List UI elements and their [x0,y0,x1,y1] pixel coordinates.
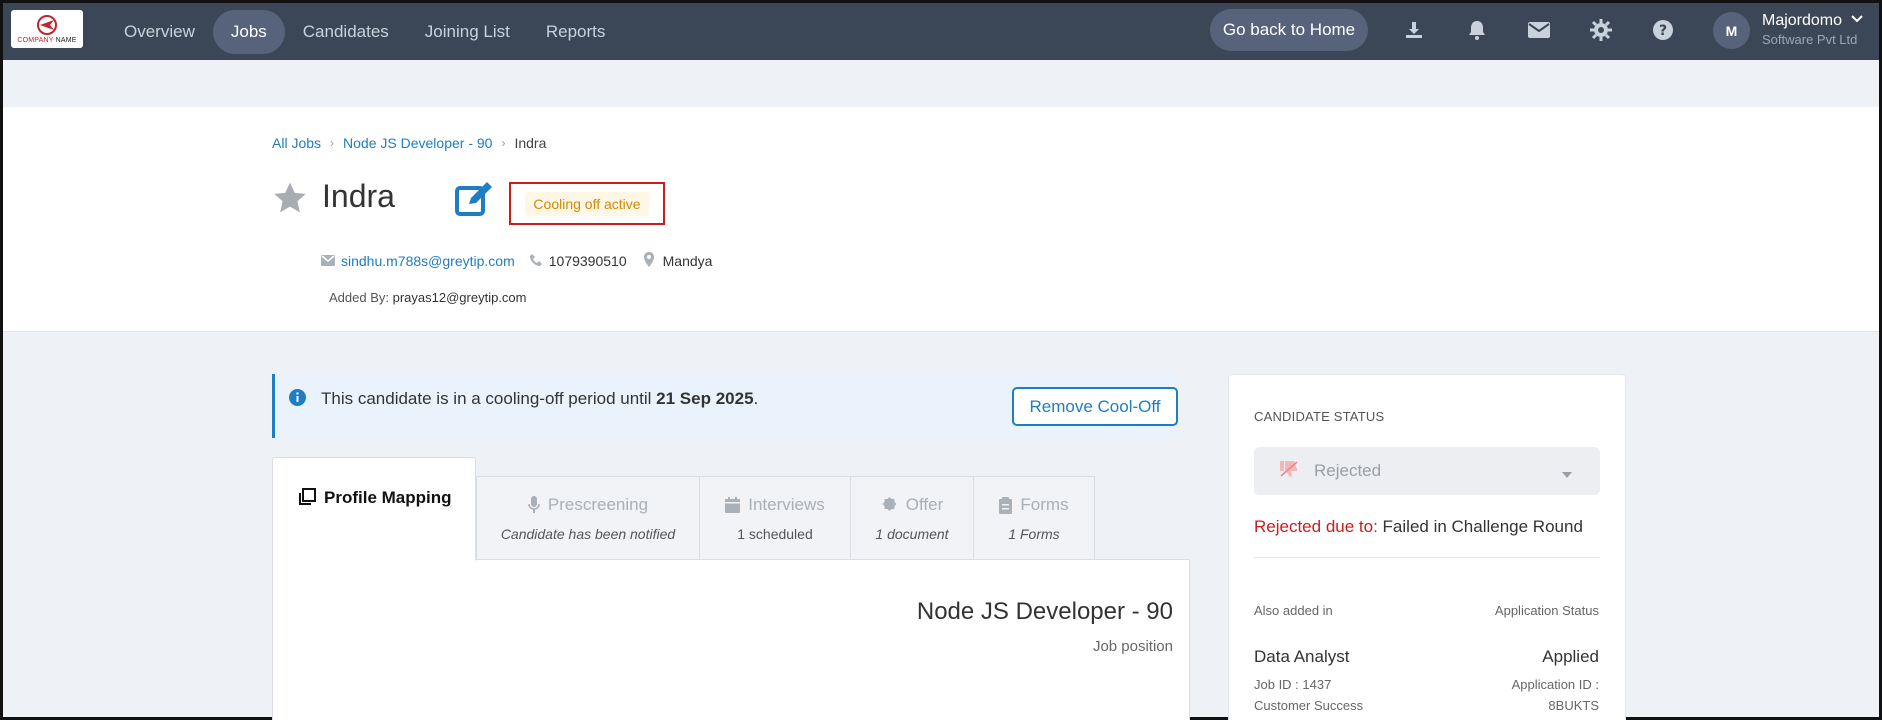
application-status-label: Application Status [1494,603,1599,618]
copy-icon [299,488,316,510]
breadcrumb-all-jobs[interactable]: All Jobs [272,135,321,151]
breadcrumb-current: Indra [514,135,547,151]
avatar[interactable]: M [1713,12,1750,49]
rejection-reason: Rejected due to: Failed in Challenge Rou… [1254,517,1583,536]
caret-down-icon [1562,465,1572,483]
nav-joining-list[interactable]: Joining List [407,10,528,54]
logo-text: COMPANY NAME [17,37,77,44]
tab-subtitle: 1 document [875,526,949,542]
svg-text:?: ? [1659,23,1667,39]
go-home-button[interactable]: Go back to Home [1210,9,1368,51]
breadcrumb-job[interactable]: Node JS Developer - 90 [343,135,492,151]
remove-cool-off-button[interactable]: Remove Cool-Off [1012,387,1178,426]
tab-label: Prescreening [547,495,649,514]
tab-label: Profile Mapping [324,488,452,507]
user-name[interactable]: Majordomo [1762,12,1842,30]
added-by-value: prayas12@greytip.com [392,290,527,305]
application-id-label: Application ID : [1511,677,1599,692]
notice-text: This candidate is in a cooling-off perio… [321,389,759,408]
status-value: Rejected [1314,461,1382,480]
logo-mark-icon [32,14,62,36]
phone-icon [529,253,543,270]
candidate-location: Mandya [662,253,713,269]
main-nav: Overview Jobs Candidates Joining List Re… [106,3,623,60]
chevron-right-icon: › [501,136,506,150]
user-org: Software Pvt Ltd [1762,32,1858,47]
clipboard-icon [999,496,1013,514]
tab-profile-mapping[interactable]: Profile Mapping [272,457,476,561]
location-pin-icon [643,252,655,270]
other-job-name[interactable]: Data Analyst [1254,647,1349,667]
envelope-icon [321,253,335,269]
chevron-right-icon: › [330,136,335,150]
calendar-icon [725,497,741,513]
tab-offer[interactable]: Offer 1 document [850,476,974,560]
tab-subtitle: 1 Forms [1008,526,1060,542]
tab-interviews[interactable]: Interviews 1 scheduled [699,476,851,560]
candidate-phone: 1079390510 [548,253,627,269]
download-icon[interactable] [1401,17,1427,43]
tab-label: Offer [905,495,944,514]
candidate-status-card: CANDIDATE STATUS Rejected Rejected due t… [1228,374,1626,720]
thumbs-down-icon [1280,460,1298,482]
microphone-icon [528,496,540,513]
edit-icon[interactable] [455,182,493,223]
divider [1254,557,1600,558]
added-by: Added By: prayas12@greytip.com [329,290,527,305]
tab-label: Forms [1020,495,1069,514]
application-id-value: 8BUKTS [1548,698,1599,713]
job-title: Node JS Developer - 90 [916,598,1173,625]
top-navbar: COMPANY NAME Overview Jobs Candidates Jo… [3,3,1879,60]
profile-mapping-panel: Node JS Developer - 90 Job position [272,559,1190,720]
other-job-department: Customer Success [1254,698,1364,713]
tab-subtitle: 1 scheduled [737,526,813,542]
nav-jobs[interactable]: Jobs [212,9,285,54]
contact-row: sindhu.m788s@greytip.com 1079390510 Mand… [321,252,712,270]
other-job-status: Applied [1542,647,1599,666]
cooling-off-badge: Cooling off active [509,182,665,225]
other-job-id: Job ID : 1437 [1254,677,1332,692]
tab-label: Interviews [748,495,825,514]
gear-icon[interactable] [1588,17,1614,43]
cooling-off-date: 21 Sep 2025 [656,389,754,408]
mail-icon[interactable] [1526,17,1552,43]
status-badge: Cooling off active [525,191,649,216]
chevron-down-icon[interactable] [1851,13,1863,27]
candidate-status-title: CANDIDATE STATUS [1254,409,1385,424]
added-by-label: Added By: [329,290,389,305]
nav-reports[interactable]: Reports [528,10,624,54]
tab-subtitle: Candidate has been notified [500,526,676,542]
nav-candidates[interactable]: Candidates [285,10,407,54]
nav-overview[interactable]: Overview [106,10,213,54]
also-added-label: Also added in [1254,603,1333,618]
tab-prescreening[interactable]: Prescreening Candidate has been notified [476,476,700,560]
info-icon [289,389,306,411]
bell-icon[interactable] [1464,17,1490,43]
breadcrumb: All Jobs › Node JS Developer - 90 › Indr… [272,135,546,151]
candidate-name: Indra [322,178,395,214]
job-subtitle: Job position [1092,638,1173,655]
help-icon[interactable]: ? [1650,17,1676,43]
star-icon[interactable] [272,181,308,220]
badge-icon [882,496,897,511]
tab-forms[interactable]: Forms 1 Forms [973,476,1095,560]
status-dropdown[interactable]: Rejected [1254,447,1600,495]
company-logo[interactable]: COMPANY NAME [11,10,83,48]
candidate-email[interactable]: sindhu.m788s@greytip.com [341,253,515,269]
